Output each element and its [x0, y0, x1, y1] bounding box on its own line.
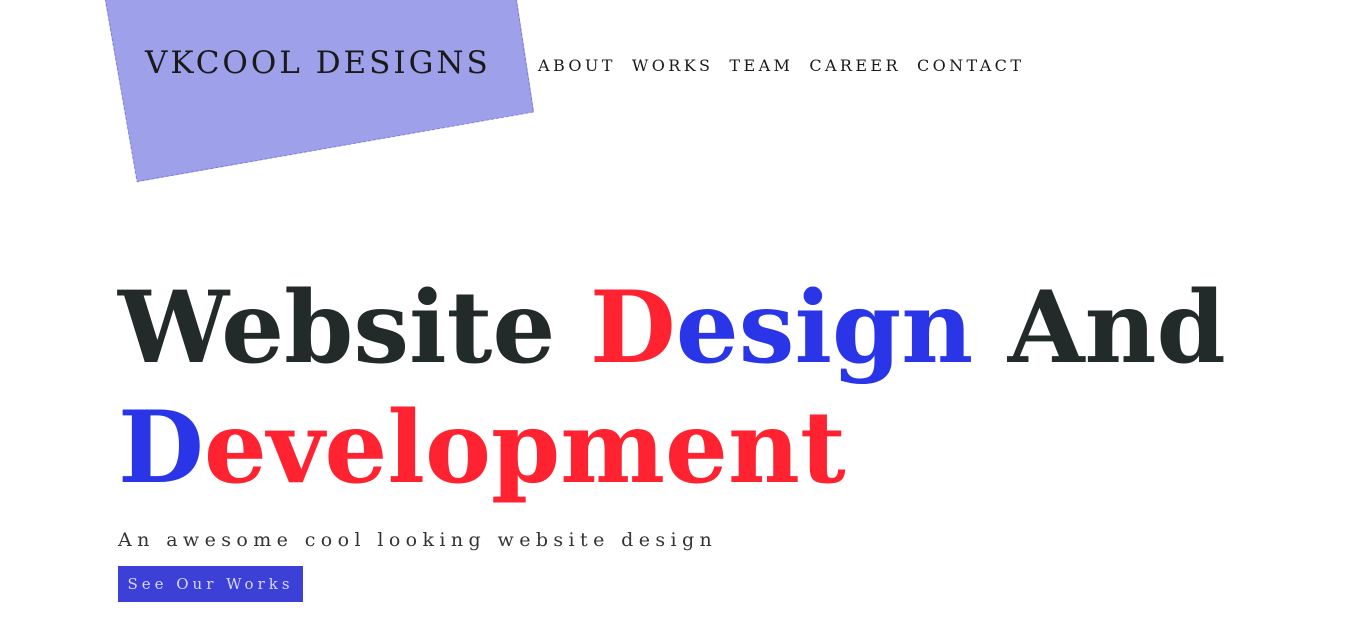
logo-background-plate: [104, 0, 534, 182]
hero-title-website: Website: [118, 270, 590, 386]
hero-title-development-rest: evelopment: [203, 390, 846, 506]
hero-title: Website Design And Development: [118, 268, 1226, 508]
hero-title-and: And: [973, 270, 1226, 386]
hero-title-design-rest: esign: [675, 270, 974, 386]
nav-link-works[interactable]: WORKS: [632, 56, 714, 75]
hero-title-design-initial: D: [589, 270, 676, 386]
nav-link-career[interactable]: CAREER: [809, 56, 901, 75]
see-our-works-button[interactable]: See Our Works: [118, 566, 303, 602]
main-navigation: ABOUT WORKS TEAM CAREER CONTACT: [538, 56, 1024, 75]
hero-title-development-initial: D: [118, 390, 204, 506]
nav-link-contact[interactable]: CONTACT: [917, 56, 1024, 75]
nav-link-team[interactable]: TEAM: [729, 56, 793, 75]
hero-subtitle: An awesome cool looking website design: [118, 529, 718, 551]
brand-logo-link[interactable]: VKCOOL DESIGNS: [145, 45, 491, 81]
nav-link-about[interactable]: ABOUT: [538, 56, 616, 75]
